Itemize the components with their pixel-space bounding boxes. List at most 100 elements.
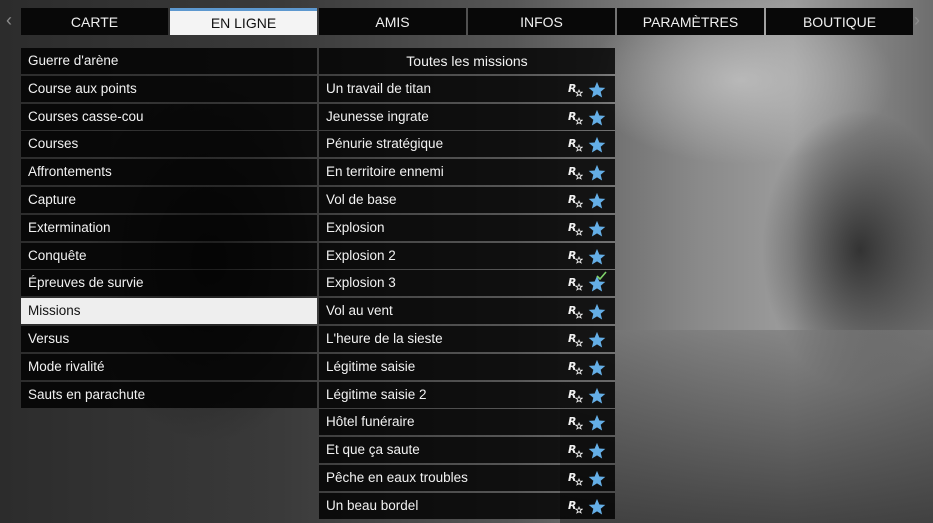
- tab-en-ligne[interactable]: EN LIGNE: [170, 8, 317, 35]
- svg-text:R: R: [568, 471, 576, 484]
- prev-tab-arrow-icon[interactable]: ‹: [6, 10, 12, 30]
- tab-parametres[interactable]: PARAMÈTRES: [617, 8, 764, 35]
- svg-text:R: R: [568, 388, 576, 401]
- svg-text:R: R: [568, 249, 576, 262]
- svg-text:R: R: [568, 110, 576, 123]
- star-icon: [588, 109, 606, 126]
- category-conquete[interactable]: Conquête: [21, 242, 317, 269]
- mission-item[interactable]: Explosion 3 R: [319, 270, 615, 297]
- star-icon: [588, 304, 606, 320]
- mission-item[interactable]: Hôtel funéraire R: [319, 409, 615, 436]
- mission-list: Un travail de titan R Jeunesse ingrate R Pén…: [319, 75, 615, 519]
- mission-item[interactable]: Légitime saisie R: [319, 353, 615, 380]
- star-icon: [588, 415, 606, 431]
- star-icon: [588, 137, 606, 153]
- mission-item[interactable]: Explosion R: [319, 214, 615, 241]
- svg-text:R: R: [568, 443, 576, 456]
- mission-label: Hôtel funéraire: [326, 414, 415, 430]
- rockstar-verified-icon: R: [568, 304, 583, 320]
- rockstar-verified-icon: R: [568, 82, 583, 97]
- category-list: Guerre d'arène Course aux points Courses…: [21, 48, 317, 409]
- mission-item[interactable]: Vol de base R: [319, 186, 615, 213]
- rockstar-verified-icon: R: [568, 137, 583, 153]
- check-icon: [596, 271, 607, 281]
- category-course-aux-points[interactable]: Course aux points: [21, 75, 317, 102]
- mission-list-header: Toutes les missions: [319, 48, 615, 74]
- svg-text:R: R: [568, 82, 576, 95]
- rockstar-verified-icon: R: [568, 332, 583, 347]
- mission-label: Pêche en eaux troubles: [326, 469, 468, 485]
- tab-amis[interactable]: AMIS: [319, 8, 466, 35]
- mission-item[interactable]: Et que ça saute R: [319, 437, 615, 464]
- svg-text:R: R: [568, 137, 576, 150]
- rockstar-verified-icon: R: [568, 193, 583, 208]
- svg-text:R: R: [568, 221, 576, 234]
- svg-text:R: R: [568, 332, 576, 345]
- star-icon: [588, 248, 606, 265]
- mission-label: Un travail de titan: [326, 80, 432, 96]
- category-guerre-d-arene[interactable]: Guerre d'arène: [21, 48, 317, 74]
- category-courses[interactable]: Courses: [21, 131, 317, 158]
- mission-label: Explosion 3: [326, 275, 396, 291]
- category-extermination[interactable]: Extermination: [21, 214, 317, 241]
- category-capture[interactable]: Capture: [21, 186, 317, 213]
- svg-text:R: R: [568, 360, 576, 373]
- mission-label: Légitime saisie: [326, 358, 416, 374]
- mission-item[interactable]: Un beau bordel R: [319, 492, 615, 519]
- rockstar-verified-icon: R: [568, 276, 583, 292]
- mission-item[interactable]: Pêche en eaux troubles R: [319, 464, 615, 491]
- mission-label: Un beau bordel: [326, 497, 419, 513]
- mission-item[interactable]: En territoire ennemi R: [319, 159, 615, 186]
- svg-text:R: R: [568, 415, 576, 428]
- category-mode-rivalite[interactable]: Mode rivalité: [21, 353, 317, 380]
- category-affrontements[interactable]: Affrontements: [21, 159, 317, 186]
- mission-label: En territoire ennemi: [326, 164, 444, 180]
- svg-text:R: R: [568, 165, 576, 178]
- rockstar-verified-icon: R: [568, 110, 583, 125]
- star-icon: [588, 81, 606, 98]
- svg-text:R: R: [568, 193, 576, 206]
- rockstar-verified-icon: R: [568, 165, 583, 181]
- mission-item[interactable]: Pénurie stratégique R: [319, 131, 615, 158]
- mission-label: Pénurie stratégique: [326, 136, 444, 152]
- rockstar-verified-icon: R: [568, 360, 583, 375]
- mission-label: Explosion: [326, 219, 385, 235]
- category-courses-casse-cou[interactable]: Courses casse-cou: [21, 103, 317, 130]
- mission-label: Légitime saisie 2: [326, 386, 427, 402]
- rockstar-verified-icon: R: [568, 443, 583, 459]
- rockstar-verified-icon: R: [568, 388, 583, 403]
- mission-item[interactable]: L'heure de la sieste R: [319, 325, 615, 352]
- star-icon: [588, 165, 606, 181]
- star-icon: [588, 359, 606, 376]
- star-icon: [588, 387, 606, 404]
- mission-item[interactable]: Explosion 2 R: [319, 242, 615, 269]
- svg-text:R: R: [568, 276, 576, 289]
- mission-item[interactable]: Jeunesse ingrate R: [319, 103, 615, 130]
- star-icon: [588, 443, 606, 459]
- svg-text:R: R: [568, 499, 576, 512]
- mission-label: Jeunesse ingrate: [326, 108, 429, 124]
- tab-carte[interactable]: CARTE: [21, 8, 168, 35]
- star-icon: [588, 220, 606, 237]
- rockstar-verified-icon: R: [568, 249, 583, 264]
- star-icon: [588, 331, 606, 348]
- mission-label: Et que ça saute: [326, 442, 420, 458]
- star-icon: [588, 192, 606, 209]
- rockstar-verified-icon: R: [568, 499, 583, 514]
- category-missions[interactable]: Missions: [21, 298, 317, 325]
- tab-boutique[interactable]: BOUTIQUE: [766, 8, 913, 35]
- top-tab-bar: CARTE EN LIGNE AMIS INFOS PARAMÈTRES BOU…: [21, 8, 913, 35]
- mission-label: Vol de base: [326, 191, 397, 207]
- mission-item[interactable]: Vol au vent R: [319, 298, 615, 325]
- rockstar-verified-icon: R: [568, 221, 583, 236]
- tab-infos[interactable]: INFOS: [468, 8, 615, 35]
- category-versus[interactable]: Versus: [21, 325, 317, 352]
- background-floor: [560, 330, 933, 523]
- mission-item[interactable]: Légitime saisie 2 R: [319, 381, 615, 408]
- mission-label: Explosion 2: [326, 247, 396, 263]
- category-sauts-en-parachute[interactable]: Sauts en parachute: [21, 381, 317, 408]
- rockstar-verified-icon: R: [568, 415, 583, 431]
- category-epreuves-de-survie[interactable]: Épreuves de survie: [21, 270, 317, 297]
- mission-item[interactable]: Un travail de titan R: [319, 75, 615, 102]
- next-tab-arrow-icon[interactable]: ›: [914, 10, 920, 30]
